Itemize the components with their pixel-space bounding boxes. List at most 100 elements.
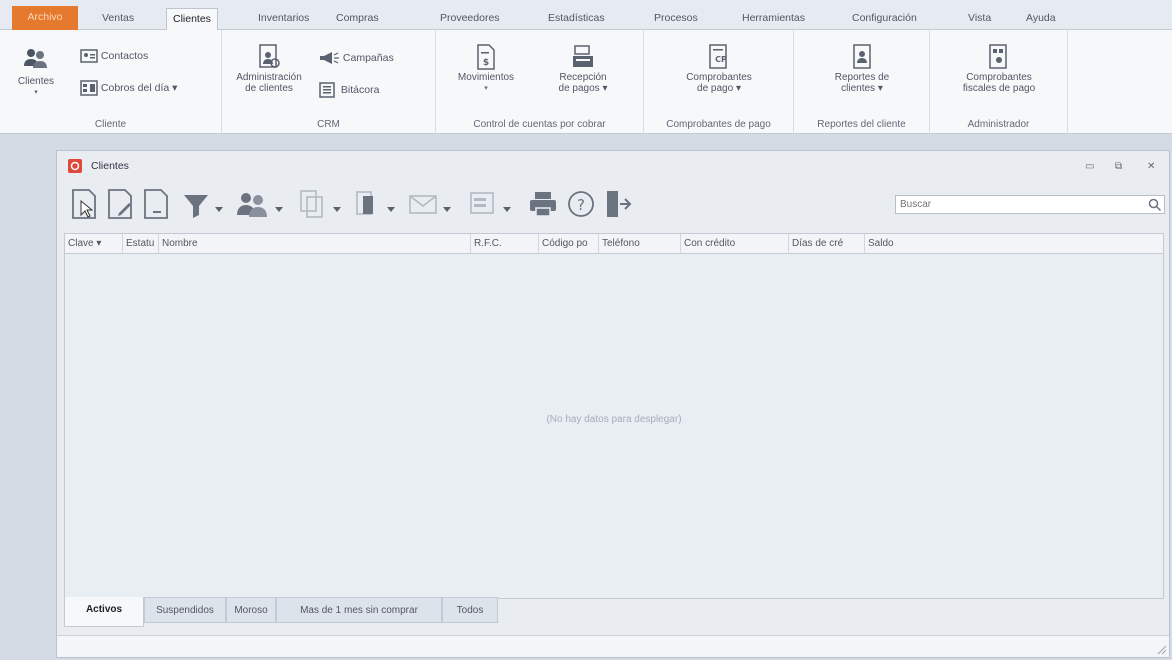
delete-document-icon[interactable] xyxy=(141,187,171,221)
recepcion-label-2: de pagos ▾ xyxy=(558,83,608,94)
window-title: Clientes xyxy=(91,160,129,172)
reportes-label-2: clientes ▾ xyxy=(841,83,883,94)
cobros-del-dia-button[interactable]: Cobros del día ▾ xyxy=(80,80,177,96)
app-window-icon xyxy=(68,159,82,173)
users-icon xyxy=(24,49,47,68)
tab-ayuda[interactable]: Ayuda xyxy=(1020,8,1062,30)
clientes-window: Clientes ▭ ⧉ ✕ ? Buscar Clave ▾ Estatu N… xyxy=(56,150,1170,658)
column-saldo[interactable]: Saldo xyxy=(865,234,1163,254)
ribbon-group-administrador: Comprobantes fiscales de pago Administra… xyxy=(930,30,1068,134)
users-group-icon[interactable] xyxy=(235,187,269,221)
resize-grip-icon[interactable] xyxy=(1155,643,1167,655)
exit-icon[interactable] xyxy=(603,187,635,221)
export-dropdown-icon[interactable] xyxy=(503,203,511,237)
ribbon: Clientes ▾ Contactos Cobros del día ▾ Cl… xyxy=(0,30,1172,134)
tab-suspendidos[interactable]: Suspendidos xyxy=(144,597,226,623)
tab-ventas[interactable]: Ventas xyxy=(96,8,140,30)
comprobantes-fiscales-button[interactable]: Comprobantes fiscales de pago xyxy=(940,44,1058,94)
administracion-clientes-button[interactable]: Administración de clientes xyxy=(232,44,306,94)
svg-text:?: ? xyxy=(577,196,585,214)
ribbon-group-comprobantes-de-pago: CP Comprobantes de pago ▾ Comprobantes d… xyxy=(644,30,794,134)
print-icon[interactable] xyxy=(527,187,559,221)
grid-header: Clave ▾ Estatu Nombre R.F.C. Código po T… xyxy=(65,234,1163,254)
tab-proveedores[interactable]: Proveedores xyxy=(434,8,506,30)
calendar-money-icon xyxy=(80,80,98,96)
contactos-button[interactable]: Contactos xyxy=(80,48,148,64)
copy-dropdown-icon[interactable] xyxy=(333,203,341,237)
search-box[interactable] xyxy=(895,195,1165,214)
reportes-label-1: Reportes de xyxy=(834,72,890,83)
fiscal-document-icon xyxy=(989,44,1007,69)
email-icon[interactable] xyxy=(407,187,439,221)
cobros-del-dia-label: Cobros del día ▾ xyxy=(100,81,178,94)
recepcion-de-pagos-button[interactable]: Recepción de pagos ▾ xyxy=(540,44,626,94)
filter-dropdown-icon[interactable] xyxy=(215,203,223,237)
comprobantes-fiscales-label-1: Comprobantes xyxy=(966,72,1032,83)
tab-configuracion[interactable]: Configuración xyxy=(846,8,923,30)
tab-estadisticas[interactable]: Estadísticas xyxy=(542,8,611,30)
movimientos-button[interactable]: $ Movimientos ▾ xyxy=(450,44,522,94)
tab-compras[interactable]: Compras xyxy=(330,8,385,30)
empty-message: (No hay datos para desplegar) xyxy=(546,414,682,425)
tab-vista[interactable]: Vista xyxy=(962,8,997,30)
minimize-icon[interactable]: ▭ xyxy=(1085,161,1094,172)
help-icon[interactable]: ? xyxy=(565,187,597,221)
tab-inventarios[interactable]: Inventarios xyxy=(252,8,315,30)
megaphone-icon xyxy=(320,52,339,64)
close-icon[interactable]: ✕ xyxy=(1147,161,1155,172)
comprobantes-de-pago-button[interactable]: CP Comprobantes de pago ▾ xyxy=(664,44,774,94)
column-dias-de-credito[interactable]: Días de cré xyxy=(789,234,865,254)
users-dropdown-icon[interactable] xyxy=(275,203,283,237)
contactos-label: Contactos xyxy=(100,49,149,62)
document-dropdown-icon[interactable] xyxy=(387,203,395,237)
tab-herramientas[interactable]: Herramientas xyxy=(736,8,811,30)
cash-register-icon xyxy=(573,45,593,67)
copy-icon[interactable] xyxy=(297,187,327,221)
search-input[interactable] xyxy=(896,196,1136,213)
campanas-button[interactable]: Campañas xyxy=(318,50,394,66)
column-estatus[interactable]: Estatu xyxy=(123,234,159,254)
log-book-icon xyxy=(319,82,335,98)
export-icon[interactable] xyxy=(467,187,499,221)
group-label-comprobantes-de-pago: Comprobantes de pago xyxy=(666,119,771,130)
column-clave[interactable]: Clave ▾ xyxy=(65,234,123,254)
menu-bar: Archivo Ventas Clientes Inventarios Comp… xyxy=(0,0,1172,31)
clients-grid: Clave ▾ Estatu Nombre R.F.C. Código po T… xyxy=(64,233,1164,599)
tab-mas-de-1-mes[interactable]: Mas de 1 mes sin comprar xyxy=(276,597,442,623)
tab-archivo[interactable]: Archivo xyxy=(12,6,78,30)
group-label-administrador: Administrador xyxy=(967,119,1030,130)
search-icon[interactable] xyxy=(1148,198,1162,212)
left-panel xyxy=(0,135,36,660)
cp-document-icon: CP xyxy=(709,44,727,69)
email-dropdown-icon[interactable] xyxy=(443,203,451,237)
column-telefono[interactable]: Teléfono xyxy=(599,234,681,254)
comprobantes-pago-label-1: Comprobantes xyxy=(686,72,752,83)
edit-document-icon[interactable] xyxy=(105,187,135,221)
tab-activos[interactable]: Activos xyxy=(64,597,144,627)
movimientos-label: Movimientos xyxy=(457,72,515,83)
bitacora-label: Bitácora xyxy=(340,83,380,96)
document-stack-icon[interactable] xyxy=(353,187,383,221)
reportes-de-clientes-button[interactable]: Reportes de clientes ▾ xyxy=(808,44,916,94)
group-label-cuentas-por-cobrar: Control de cuentas por cobrar xyxy=(473,119,606,130)
ribbon-group-reportes: Reportes de clientes ▾ Reportes del clie… xyxy=(794,30,930,134)
svg-text:CP: CP xyxy=(715,55,727,64)
svg-text:$: $ xyxy=(483,58,489,68)
bitacora-button[interactable]: Bitácora xyxy=(318,82,379,98)
tab-clientes[interactable]: Clientes xyxy=(166,8,218,31)
column-codigo-postal[interactable]: Código po xyxy=(539,234,599,254)
clientes-button[interactable]: Clientes ▾ xyxy=(16,46,56,98)
group-label-cliente: Cliente xyxy=(94,119,127,130)
tab-todos[interactable]: Todos xyxy=(442,597,498,623)
ribbon-group-cuentas-por-cobrar: $ Movimientos ▾ Recepción de pagos ▾ Con… xyxy=(436,30,644,134)
column-con-credito[interactable]: Con crédito xyxy=(681,234,789,254)
group-label-crm: CRM xyxy=(317,119,340,130)
tab-procesos[interactable]: Procesos xyxy=(648,8,704,30)
clientes-label: Clientes xyxy=(17,76,55,87)
new-document-icon[interactable] xyxy=(69,187,99,221)
filter-icon[interactable] xyxy=(181,187,211,221)
tab-moroso[interactable]: Moroso xyxy=(226,597,276,623)
column-rfc[interactable]: R.F.C. xyxy=(471,234,539,254)
restore-icon[interactable]: ⧉ xyxy=(1115,161,1122,172)
column-nombre[interactable]: Nombre xyxy=(159,234,471,254)
